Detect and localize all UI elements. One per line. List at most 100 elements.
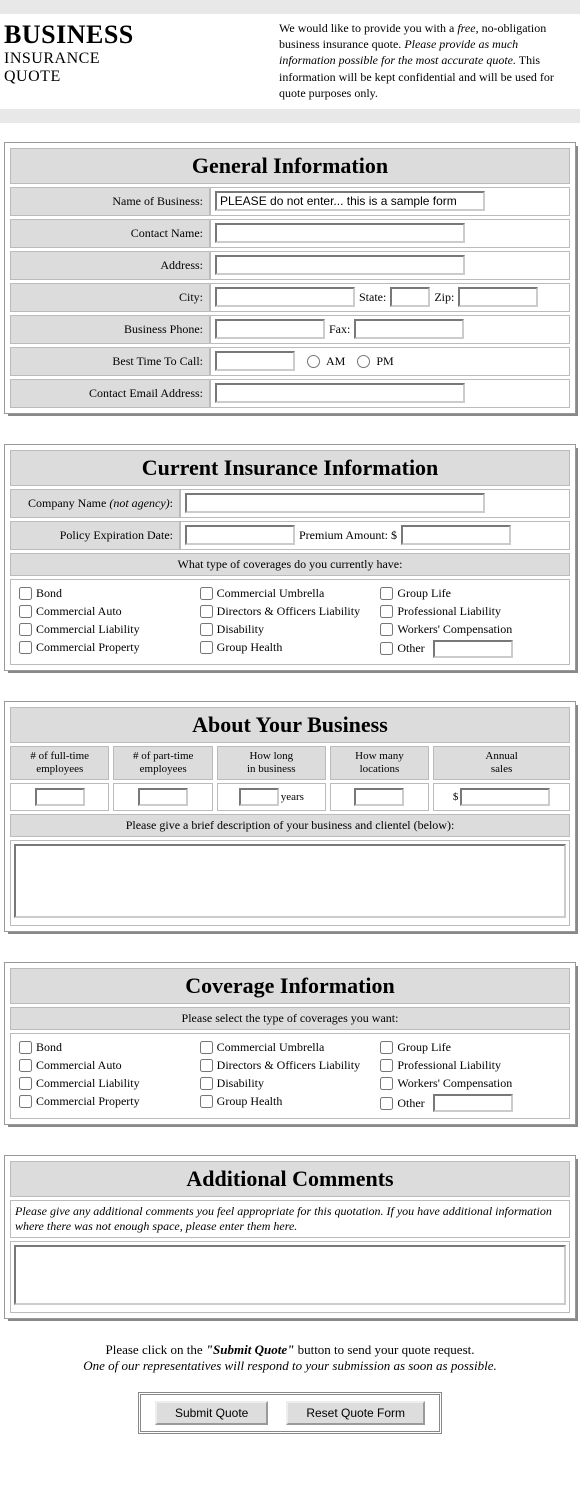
general-section: General Information Name of Business: Co… — [5, 143, 575, 413]
current-coverage-label: Other — [397, 641, 424, 656]
wanted-coverage-checkbox[interactable] — [200, 1077, 213, 1090]
comments-instr: Please give any additional comments you … — [10, 1200, 570, 1238]
current-coverage-item[interactable]: Bond — [19, 586, 200, 601]
current-coverage-label: Professional Liability — [397, 604, 501, 619]
current-coverage-item[interactable]: Workers' Compensation — [380, 622, 561, 637]
wanted-coverage-item[interactable]: Commercial Auto — [19, 1058, 200, 1073]
label-policy-exp: Policy Expiration Date: — [10, 521, 180, 550]
wanted-coverage-item[interactable]: Professional Liability — [380, 1058, 561, 1073]
policy-exp-input[interactable] — [185, 525, 295, 545]
current-coverage-item[interactable]: Professional Liability — [380, 604, 561, 619]
part-employees-input[interactable] — [138, 788, 188, 806]
label-zip: Zip: — [434, 290, 454, 305]
wanted-coverage-item[interactable]: Directors & Officers Liability — [200, 1058, 381, 1073]
current-coverage-checkbox[interactable] — [380, 587, 393, 600]
wanted-coverage-checkbox[interactable] — [200, 1095, 213, 1108]
wanted-coverage-checkbox[interactable] — [380, 1077, 393, 1090]
label-fax: Fax: — [329, 322, 350, 337]
address-input[interactable] — [215, 255, 465, 275]
locations-input[interactable] — [354, 788, 404, 806]
wanted-coverage-item[interactable]: Commercial Umbrella — [200, 1040, 381, 1055]
email-input[interactable] — [215, 383, 465, 403]
header-copy: We would like to provide you with a free… — [259, 20, 576, 101]
about-heading: About Your Business — [10, 707, 570, 743]
label-email: Contact Email Address: — [10, 379, 210, 408]
wanted-coverage-item[interactable]: Group Life — [380, 1040, 561, 1055]
full-employees-input[interactable] — [35, 788, 85, 806]
current-coverage-checkbox[interactable] — [19, 605, 32, 618]
am-radio[interactable] — [307, 355, 320, 368]
pm-radio[interactable] — [357, 355, 370, 368]
name-of-business-input[interactable] — [215, 191, 485, 211]
title-line-3: QUOTE — [4, 68, 259, 86]
current-coverage-checkbox[interactable] — [380, 642, 393, 655]
current-coverage-label: Commercial Property — [36, 640, 140, 655]
business-desc-textarea[interactable] — [14, 844, 566, 918]
wanted-coverage-checkbox[interactable] — [19, 1077, 32, 1090]
howlong-input[interactable] — [239, 788, 279, 806]
label-address: Address: — [10, 251, 210, 280]
current-coverage-item[interactable]: Group Life — [380, 586, 561, 601]
zip-input[interactable] — [458, 287, 538, 307]
wanted-coverage-checkbox[interactable] — [380, 1059, 393, 1072]
current-coverage-checkbox[interactable] — [19, 587, 32, 600]
label-premium: Premium Amount: $ — [299, 528, 397, 543]
current-coverage-item[interactable]: Commercial Liability — [19, 622, 200, 637]
wanted-coverage-label: Commercial Auto — [36, 1058, 122, 1073]
wanted-coverage-label: Commercial Umbrella — [217, 1040, 325, 1055]
wanted-coverage-checkbox[interactable] — [200, 1059, 213, 1072]
wanted-coverage-item[interactable]: Other — [380, 1094, 561, 1112]
current-coverage-checkbox[interactable] — [200, 641, 213, 654]
wanted-coverage-item[interactable]: Commercial Property — [19, 1094, 200, 1109]
current-coverage-checkbox[interactable] — [200, 623, 213, 636]
current-coverage-item[interactable]: Other — [380, 640, 561, 658]
wanted-coverage-checkbox[interactable] — [380, 1041, 393, 1054]
current-coverage-item[interactable]: Group Health — [200, 640, 381, 655]
wanted-coverage-label: Commercial Liability — [36, 1076, 140, 1091]
label-best-time: Best Time To Call: — [10, 347, 210, 376]
wanted-coverage-item[interactable]: Disability — [200, 1076, 381, 1091]
about-section: About Your Business # of full-timeemploy… — [5, 702, 575, 931]
wanted-coverage-label: Group Life — [397, 1040, 451, 1055]
current-coverage-checkbox[interactable] — [380, 605, 393, 618]
current-coverage-other-input[interactable] — [433, 640, 513, 658]
current-coverage-item[interactable]: Disability — [200, 622, 381, 637]
current-coverage-checkbox[interactable] — [200, 587, 213, 600]
current-coverage-checkbox[interactable] — [19, 623, 32, 636]
label-contact-name: Contact Name: — [10, 219, 210, 248]
comments-textarea[interactable] — [14, 1245, 566, 1305]
current-coverage-checkbox[interactable] — [200, 605, 213, 618]
general-heading: General Information — [10, 148, 570, 184]
wanted-coverage-item[interactable]: Bond — [19, 1040, 200, 1055]
current-coverage-item[interactable]: Commercial Property — [19, 640, 200, 655]
premium-input[interactable] — [401, 525, 511, 545]
wanted-coverage-checkbox[interactable] — [380, 1097, 393, 1110]
wanted-coverage-item[interactable]: Workers' Compensation — [380, 1076, 561, 1091]
wanted-coverage-checkbox[interactable] — [19, 1041, 32, 1054]
current-coverage-label: Directors & Officers Liability — [217, 604, 360, 619]
wanted-coverage-checkbox[interactable] — [19, 1095, 32, 1108]
wanted-coverage-checkbox[interactable] — [200, 1041, 213, 1054]
current-coverage-checkbox[interactable] — [19, 641, 32, 654]
contact-name-input[interactable] — [215, 223, 465, 243]
current-coverage-label: Commercial Umbrella — [217, 586, 325, 601]
city-input[interactable] — [215, 287, 355, 307]
current-coverage-checkbox[interactable] — [380, 623, 393, 636]
current-coverage-item[interactable]: Commercial Auto — [19, 604, 200, 619]
best-time-input[interactable] — [215, 351, 295, 371]
wanted-coverage-checkbox[interactable] — [19, 1059, 32, 1072]
reset-quote-button[interactable]: Reset Quote Form — [286, 1401, 425, 1425]
current-coverage-item[interactable]: Directors & Officers Liability — [200, 604, 381, 619]
wanted-coverages: Bond Commercial Auto Commercial Liability C… — [10, 1033, 570, 1119]
wanted-coverage-other-input[interactable] — [433, 1094, 513, 1112]
submit-quote-button[interactable]: Submit Quote — [155, 1401, 268, 1425]
state-input[interactable] — [390, 287, 430, 307]
wanted-coverage-label: Directors & Officers Liability — [217, 1058, 360, 1073]
wanted-coverage-item[interactable]: Group Health — [200, 1094, 381, 1109]
fax-input[interactable] — [354, 319, 464, 339]
business-phone-input[interactable] — [215, 319, 325, 339]
current-coverage-item[interactable]: Commercial Umbrella — [200, 586, 381, 601]
sales-input[interactable] — [460, 788, 550, 806]
company-name-input[interactable] — [185, 493, 485, 513]
wanted-coverage-item[interactable]: Commercial Liability — [19, 1076, 200, 1091]
